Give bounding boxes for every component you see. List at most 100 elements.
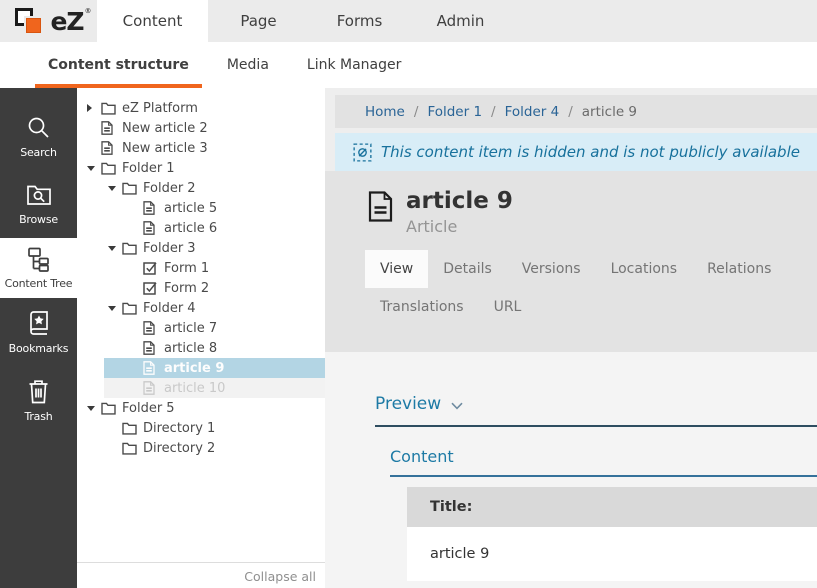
tree-item-directory-1[interactable]: Directory 1 [77,418,325,438]
content-header-zone: article 9 Article ViewDetailsVersionsLoc… [325,171,817,352]
top-nav-tab-admin[interactable]: Admin [410,0,511,42]
tree-item-label: Folder 2 [143,181,196,196]
top-nav-tab-content[interactable]: Content [97,0,208,42]
sidebar-item-bookmarks[interactable]: Bookmarks [0,298,77,366]
tree-item-label: New article 3 [122,141,208,156]
breadcrumb-link-home[interactable]: Home [365,104,405,120]
tree-item-form-2[interactable]: Form 2 [77,278,325,298]
tree-item-label: article 10 [164,381,225,396]
article-icon [143,201,159,216]
tree-item-folder-2[interactable]: Folder 2 [77,178,325,198]
tree-item-article-10[interactable]: article 10 [77,378,325,398]
folder-icon [101,401,117,416]
collapse-all-button[interactable]: Collapse all [77,562,325,588]
sidebar-item-content-tree[interactable]: Content Tree [0,238,77,298]
tree-item-label: article 8 [164,341,217,356]
sub-nav-tab-link-manager[interactable]: Link Manager [294,42,415,88]
tree-item-content: Folder 4 [77,298,196,318]
tree-indent-spacer [129,278,143,298]
tree-indent-spacer [129,258,143,278]
article-icon [143,221,159,236]
collapse-arrow-icon[interactable] [87,398,101,418]
tab-relations[interactable]: Relations [692,250,786,288]
tree-item-content: Directory 2 [77,438,215,458]
tree-indent-spacer [129,198,143,218]
expand-arrow-icon[interactable] [87,98,101,118]
content-fields-section: Content Title: article 9 [390,447,817,581]
form-icon [143,281,159,296]
collapse-arrow-icon[interactable] [108,238,122,258]
tab-view[interactable]: View [365,250,428,288]
tab-versions[interactable]: Versions [507,250,596,288]
tree-indent-spacer [87,138,101,158]
tree-item-label: Folder 3 [143,241,196,256]
tree-item-article-6[interactable]: article 6 [77,218,325,238]
tab-details[interactable]: Details [428,250,507,288]
top-nav-bar: eZ® ContentPageFormsAdmin [0,0,817,42]
tree-item-content: New article 3 [77,138,208,158]
tree-item-ez-platform[interactable]: eZ Platform [77,98,325,118]
tree-item-folder-3[interactable]: Folder 3 [77,238,325,258]
tree-item-content: New article 2 [77,118,208,138]
tree-item-folder-1[interactable]: Folder 1 [77,158,325,178]
page-title: article 9 [406,189,513,214]
tree-item-new-article-2[interactable]: New article 2 [77,118,325,138]
tree-item-new-article-3[interactable]: New article 3 [77,138,325,158]
tab-url[interactable]: URL [479,288,537,326]
tree-item-article-9[interactable]: article 9 [77,358,325,378]
sidebar-item-trash[interactable]: Trash [0,366,77,434]
tree-item-label: Folder 4 [143,301,196,316]
sidebar-item-browse[interactable]: Browse [0,170,77,238]
preview-section-label: Preview [375,394,441,414]
tree-item-label: eZ Platform [122,101,198,116]
top-nav-tab-page[interactable]: Page [208,0,309,42]
article-icon [368,191,393,236]
sidebar-item-label: Browse [19,213,58,226]
content-tree-panel: eZ Platform New article 2 New article 3 Fol… [77,88,325,588]
tree-item-content: Form 2 [77,278,209,298]
sub-nav-tab-content-structure[interactable]: Content structure [35,42,202,88]
registered-mark: ® [85,7,91,15]
sidebar-item-label: Content Tree [5,277,73,290]
tree-item-label: Form 2 [164,281,209,296]
tree-item-content: Folder 5 [77,398,175,418]
collapse-arrow-icon[interactable] [108,178,122,198]
content-tree-icon [25,246,52,272]
breadcrumb-separator: / [568,104,573,120]
tree-item-article-8[interactable]: article 8 [77,338,325,358]
tree-item-folder-5[interactable]: Folder 5 [77,398,325,418]
sidebar-item-label: Search [20,146,57,159]
tree-item-content: Form 1 [77,258,209,278]
tree-item-article-7[interactable]: article 7 [77,318,325,338]
breadcrumb-link-folder-4[interactable]: Folder 4 [505,104,560,120]
tree-indent-spacer [129,378,143,398]
tree-indent-spacer [87,118,101,138]
tree-indent-spacer [129,358,143,378]
tree-item-label: Directory 2 [143,441,215,456]
tree-item-article-5[interactable]: article 5 [77,198,325,218]
sidebar-item-search[interactable]: Search [0,102,77,170]
tree-item-folder-4[interactable]: Folder 4 [77,298,325,318]
ez-logo[interactable]: eZ® [0,0,97,42]
main-area: Home/Folder 1/Folder 4/article 9 This co… [325,88,817,588]
sub-nav-tab-media[interactable]: Media [214,42,282,88]
content-item-header: article 9 Article [325,171,817,236]
preview-section-toggle[interactable]: Preview [375,394,817,427]
breadcrumb-link-folder-1[interactable]: Folder 1 [427,104,482,120]
tree-item-content: article 10 [77,378,225,398]
collapse-arrow-icon[interactable] [87,158,101,178]
hidden-content-notice-text: This content item is hidden and is not p… [381,143,800,161]
tab-locations[interactable]: Locations [596,250,693,288]
tree-item-content: Folder 3 [77,238,196,258]
collapse-arrow-icon[interactable] [108,298,122,318]
ez-logo-icon [13,6,45,36]
folder-icon [122,441,138,456]
tree-item-form-1[interactable]: Form 1 [77,258,325,278]
folder-icon [122,421,138,436]
tree-item-directory-2[interactable]: Directory 2 [77,438,325,458]
top-nav-tab-forms[interactable]: Forms [309,0,410,42]
tab-translations[interactable]: Translations [365,288,479,326]
field-name-cell: Title: [407,487,817,527]
left-sidebar: Search Browse Content Tree BookmarksTrash [0,88,77,588]
folder-icon [101,101,117,116]
